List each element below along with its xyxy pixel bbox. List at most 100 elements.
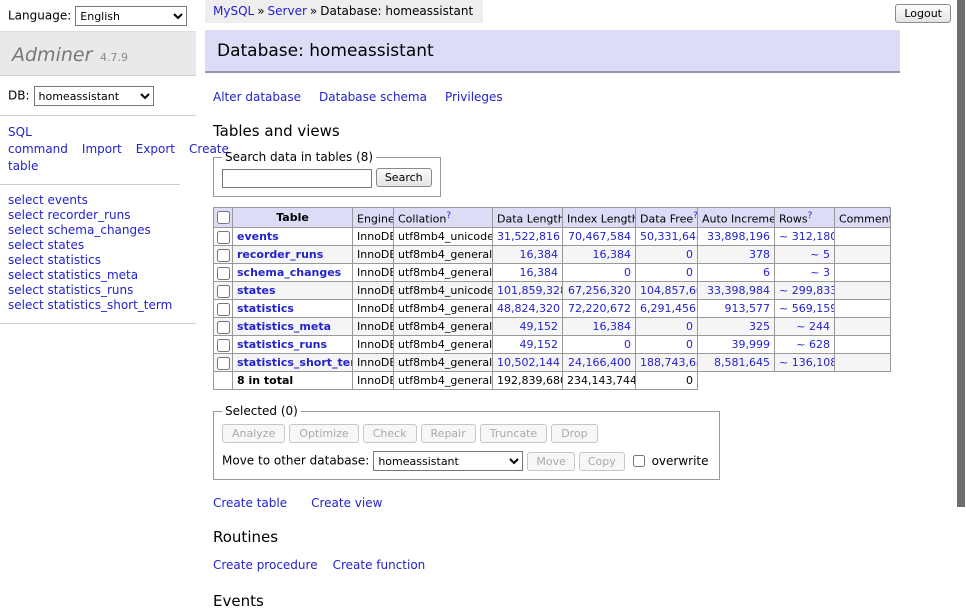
analyze-button[interactable]: Analyze [222, 424, 285, 443]
create-procedure-link[interactable]: Create procedure [213, 558, 318, 572]
language-select[interactable]: English [75, 6, 187, 26]
db-select[interactable]: homeassistant [34, 86, 154, 106]
row-checkbox[interactable] [217, 231, 230, 244]
collation-cell: utf8mb4_general_ci [394, 300, 493, 318]
value-link[interactable]: ~ 312,180 [779, 230, 835, 243]
select-all-checkbox[interactable] [217, 211, 230, 224]
alter-database-link[interactable]: Alter database [213, 90, 301, 104]
value-link[interactable]: 0 [686, 248, 693, 261]
value-link[interactable]: 67,256,320 [568, 284, 631, 297]
value-link[interactable]: 39,999 [732, 338, 771, 351]
help-icon[interactable]: ? [693, 211, 697, 221]
table-link[interactable]: states [237, 284, 276, 297]
table-link[interactable]: recorder_runs [237, 248, 323, 261]
row-checkbox[interactable] [217, 357, 230, 370]
select-table-link[interactable]: select schema_changes [8, 223, 188, 237]
select-table-link[interactable]: select statistics_runs [8, 283, 188, 297]
row-checkbox[interactable] [217, 249, 230, 262]
value-link[interactable]: 0 [686, 338, 693, 351]
scrollbar-thumb[interactable] [957, 0, 965, 507]
table-link[interactable]: statistics_short_term [237, 356, 353, 369]
sql-command-link[interactable]: SQL command [8, 125, 68, 156]
move-db-select[interactable]: homeassistant [373, 451, 523, 471]
overwrite-checkbox[interactable] [633, 455, 645, 467]
value-link[interactable]: ~ 5 [810, 248, 830, 261]
row-checkbox[interactable] [217, 267, 230, 280]
value-link[interactable]: 104,857,600 [640, 284, 698, 297]
value-link[interactable]: ~ 628 [796, 338, 830, 351]
value-link[interactable]: 6,291,456 [640, 302, 696, 315]
select-table-link[interactable]: select statistics_short_term [8, 298, 188, 312]
value-link[interactable]: 31,522,816 [497, 230, 560, 243]
table-link[interactable]: schema_changes [237, 266, 341, 279]
select-table-link[interactable]: select recorder_runs [8, 208, 188, 222]
create-function-link[interactable]: Create function [333, 558, 426, 572]
value-link[interactable]: 0 [686, 266, 693, 279]
help-icon[interactable]: ? [446, 211, 451, 221]
privileges-link[interactable]: Privileges [445, 90, 503, 104]
move-button[interactable]: Move [527, 452, 575, 471]
check-button[interactable]: Check [363, 424, 417, 443]
database-schema-link[interactable]: Database schema [319, 90, 427, 104]
table-link[interactable]: statistics_meta [237, 320, 331, 333]
value-link[interactable]: 70,467,584 [568, 230, 631, 243]
value-link[interactable]: ~ 136,108 [779, 356, 835, 369]
breadcrumb-mysql-link[interactable]: MySQL [213, 4, 254, 18]
search-input[interactable] [222, 169, 372, 188]
value-link[interactable]: 16,384 [520, 248, 559, 261]
select-table-link[interactable]: select statistics_meta [8, 268, 188, 282]
value-link[interactable]: 325 [749, 320, 770, 333]
table-link[interactable]: statistics [237, 302, 294, 315]
value-link[interactable]: ~ 244 [796, 320, 830, 333]
value-link[interactable]: 10,502,144 [497, 356, 560, 369]
import-link[interactable]: Import [82, 142, 122, 156]
row-checkbox[interactable] [217, 285, 230, 298]
row-checkbox[interactable] [217, 339, 230, 352]
export-link[interactable]: Export [136, 142, 175, 156]
value-link[interactable]: 0 [686, 320, 693, 333]
value-link[interactable]: 6 [763, 266, 770, 279]
search-button[interactable]: Search [376, 168, 432, 187]
value-link[interactable]: 0 [624, 338, 631, 351]
value-link[interactable]: ~ 3 [810, 266, 830, 279]
select-table-link[interactable]: select statistics [8, 253, 188, 267]
row-checkbox[interactable] [217, 321, 230, 334]
create-view-link[interactable]: Create view [311, 496, 382, 510]
value-link[interactable]: 0 [624, 266, 631, 279]
value-link[interactable]: 101,859,328 [497, 284, 563, 297]
logout-button[interactable]: Logout [895, 4, 951, 23]
table-link[interactable]: events [237, 230, 279, 243]
optimize-button[interactable]: Optimize [289, 424, 358, 443]
value-link[interactable]: 49,152 [520, 320, 559, 333]
breadcrumb-server-link[interactable]: Server [268, 4, 307, 18]
routine-links: Create procedure Create function [213, 558, 966, 572]
scrollbar[interactable] [956, 0, 966, 543]
value-link[interactable]: 50,331,648 [640, 230, 698, 243]
drop-button[interactable]: Drop [551, 424, 597, 443]
value-link[interactable]: 16,384 [593, 248, 632, 261]
select-table-link[interactable]: select events [8, 193, 188, 207]
select-table-link[interactable]: select states [8, 238, 188, 252]
truncate-button[interactable]: Truncate [480, 424, 547, 443]
value-link[interactable]: 16,384 [520, 266, 559, 279]
copy-button[interactable]: Copy [579, 452, 625, 471]
value-link[interactable]: 49,152 [520, 338, 559, 351]
value-link[interactable]: 8,581,645 [714, 356, 770, 369]
value-link[interactable]: ~ 299,833 [779, 284, 835, 297]
value-link[interactable]: 913,577 [725, 302, 771, 315]
comment-cell [835, 336, 891, 354]
help-icon[interactable]: ? [808, 211, 813, 221]
create-table-link[interactable]: Create table [213, 496, 287, 510]
value-link[interactable]: 33,898,196 [707, 230, 770, 243]
value-link[interactable]: 188,743,680 [640, 356, 698, 369]
value-link[interactable]: 72,220,672 [568, 302, 631, 315]
repair-button[interactable]: Repair [421, 424, 476, 443]
row-checkbox[interactable] [217, 303, 230, 316]
value-link[interactable]: 378 [749, 248, 770, 261]
table-link[interactable]: statistics_runs [237, 338, 327, 351]
value-link[interactable]: 24,166,400 [568, 356, 631, 369]
value-link[interactable]: 33,398,984 [707, 284, 770, 297]
value-link[interactable]: ~ 569,159 [779, 302, 835, 315]
value-link[interactable]: 16,384 [593, 320, 632, 333]
value-link[interactable]: 48,824,320 [497, 302, 560, 315]
